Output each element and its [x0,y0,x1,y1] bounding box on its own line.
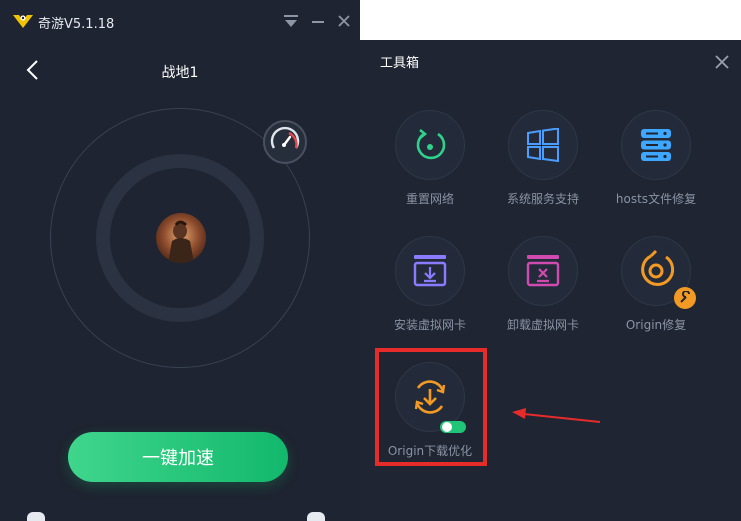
speedometer-icon[interactable] [263,120,307,164]
close-icon[interactable] [335,12,353,30]
install-nic-icon [395,236,465,306]
game-avatar[interactable] [156,213,206,263]
reset-network-icon [395,110,465,180]
app-canvas: 奇游V5.1.18 战地1 一键加速 工具箱 重置网络 系统服务支持 hosts… [0,0,741,521]
toolbox-title: 工具箱 [380,56,420,71]
tool-label: 系统服务支持 [506,192,579,206]
tool-label: 重置网络 [405,192,454,206]
tool-label: hosts文件修复 [615,192,697,206]
tool-reset-network[interactable]: 重置网络 [380,110,480,207]
main-window: 奇游V5.1.18 战地1 一键加速 [0,0,360,521]
highlight-box [375,348,487,466]
tool-system-service[interactable]: 系统服务支持 [493,110,593,207]
server-icon [621,110,691,180]
tool-origin-repair[interactable]: Origin修复 [606,236,706,333]
title-bar: 奇游V5.1.18 [0,0,360,42]
wrench-badge-icon [674,287,696,309]
dropdown-menu-icon[interactable] [282,12,300,30]
toolbox-close-icon[interactable] [713,53,731,71]
bottom-left-icon[interactable] [27,512,45,521]
minimize-icon[interactable] [309,12,327,30]
windows-icon [508,110,578,180]
annotation-arrow [512,408,601,423]
tool-install-nic[interactable]: 安装虚拟网卡 [380,236,480,333]
tool-hosts-repair[interactable]: hosts文件修复 [606,110,706,207]
tool-label: 卸载虚拟网卡 [506,318,579,332]
app-logo-icon [13,15,33,28]
game-title: 战地1 [161,65,199,81]
uninstall-nic-icon [508,236,578,306]
tool-label: 安装虚拟网卡 [393,318,466,332]
origin-repair-icon [621,236,696,309]
app-title: 奇游V5.1.18 [38,17,115,32]
one-click-accelerate-button[interactable]: 一键加速 [68,432,288,482]
bottom-right-icon[interactable] [307,512,325,521]
tool-label: Origin修复 [625,318,687,332]
tool-uninstall-nic[interactable]: 卸载虚拟网卡 [493,236,593,333]
